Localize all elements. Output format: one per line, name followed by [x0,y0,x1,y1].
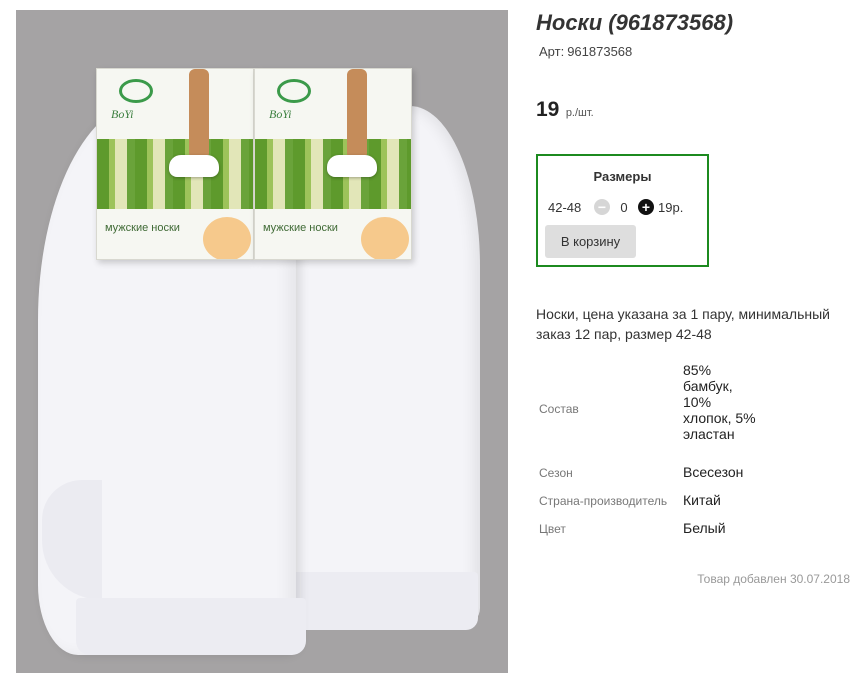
tag-material-badge [361,217,409,259]
package-tag: BoYi мужские носки [96,68,254,260]
sku-label: Арт: [539,44,565,59]
tag-foot-illustration [169,155,219,177]
spec-name: Страна-производитель [539,494,668,508]
tag-leg-illustration [189,69,209,159]
tag-brand: BoYi [269,107,292,121]
tag-leg-illustration [347,69,367,159]
product-photo[interactable]: BoYi мужские носки BoYi мужские носки [16,10,508,673]
spec-value: 85% бамбук, 10% хлопок, 5% эластан [683,362,756,442]
sku-value: 961873568 [567,44,633,59]
spec-value: Всесезон [683,464,744,480]
sizes-panel: Размеры 42-48 − 0 + 19р. В корзину [536,154,709,267]
product-title: Носки (961873568) [536,10,734,35]
brand-logo-icon [277,79,311,103]
sock-front-cuff [76,598,306,655]
size-row: 42-48 − 0 + 19р. [548,198,683,216]
spec-name: Состав [539,402,579,416]
tag-foot-illustration [327,155,377,177]
price-unit: р./шт. [565,107,594,119]
price-value: 19 [536,98,560,121]
product-description: Носки, цена указана за 1 пару, минимальн… [536,306,830,342]
tag-label: мужские носки [105,222,180,234]
size-label: 42-48 [548,199,582,215]
minus-circle-icon[interactable]: − [594,199,610,215]
product-sku: Арт: 961873568 [536,44,632,59]
plus-circle-icon[interactable]: + [638,199,654,215]
spec-value: Китай [683,492,721,508]
spec-name: Сезон [539,466,573,480]
product-price: 19 р./шт. [536,98,594,122]
add-to-cart-button[interactable]: В корзину [545,225,636,258]
package-tag: BoYi мужские носки [254,68,412,260]
added-date: Товар добавлен 30.07.2018 [697,572,850,586]
quantity-value[interactable]: 0 [610,200,638,215]
brand-logo-icon [119,79,153,103]
tag-label: мужские носки [263,222,338,234]
size-price: 19р. [658,199,684,215]
spec-name: Цвет [539,522,566,536]
tag-material-badge [203,217,251,259]
sizes-title: Размеры [593,169,652,184]
spec-value: Белый [683,520,726,536]
tag-brand: BoYi [111,107,134,121]
